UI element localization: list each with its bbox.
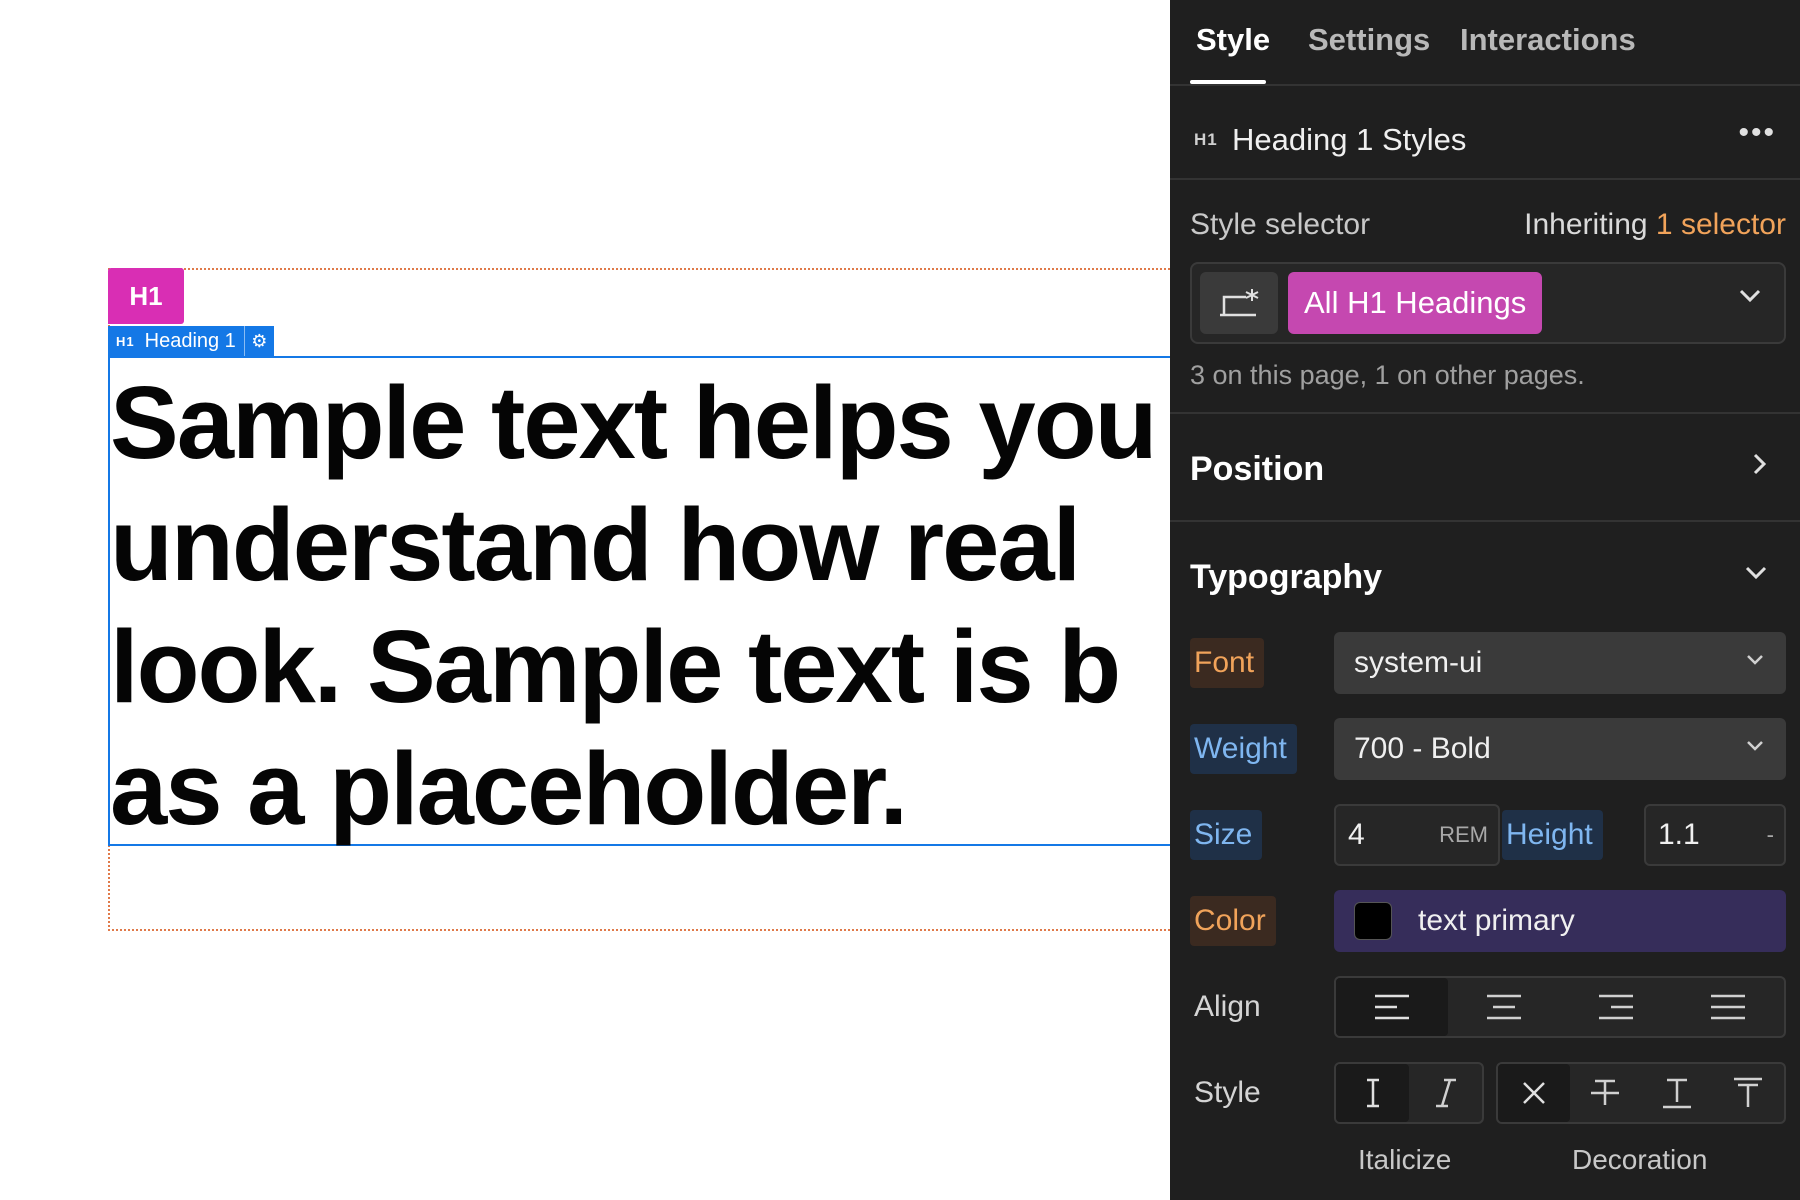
no-decoration-icon[interactable]: [1498, 1064, 1570, 1122]
font-label[interactable]: Font: [1190, 638, 1265, 688]
size-value: 4: [1348, 818, 1365, 851]
more-options-icon[interactable]: •••: [1738, 116, 1776, 150]
position-section[interactable]: Position: [1170, 412, 1800, 520]
h1-badge: H1: [1194, 130, 1218, 149]
color-value: text primary: [1418, 904, 1575, 937]
chevron-right-icon[interactable]: [1750, 450, 1770, 485]
weight-value: 700 - Bold: [1354, 732, 1491, 765]
align-right-icon[interactable]: [1560, 978, 1672, 1036]
color-swatch[interactable]: [1354, 902, 1392, 940]
style-title: Heading 1 Styles: [1232, 122, 1467, 157]
decoration-segmented-control[interactable]: [1496, 1062, 1786, 1124]
chevron-down-icon[interactable]: [1742, 560, 1770, 592]
height-unit[interactable]: -: [1767, 822, 1774, 848]
design-canvas[interactable]: H1 H1 Heading 1 ⚙ Sample text helps you …: [0, 0, 1170, 1200]
height-value: 1.1: [1658, 818, 1700, 851]
heading-1-element[interactable]: Sample text helps you understand how rea…: [110, 362, 1170, 850]
underline-icon[interactable]: [1641, 1064, 1713, 1122]
panel-tabs: Style Settings Interactions: [1170, 0, 1800, 86]
position-title: Position: [1190, 450, 1325, 488]
active-tab-indicator: [1190, 80, 1266, 84]
regular-style-icon[interactable]: [1336, 1064, 1409, 1122]
italic-segmented-control[interactable]: [1334, 1062, 1484, 1124]
align-segmented-control[interactable]: [1334, 976, 1786, 1038]
inheriting-count[interactable]: 1 selector: [1656, 208, 1786, 241]
line-height-input[interactable]: 1.1 -: [1644, 804, 1786, 866]
typography-title[interactable]: Typography: [1190, 558, 1382, 597]
style-selector-label: Style selector: [1190, 208, 1371, 241]
color-label[interactable]: Color: [1190, 896, 1276, 946]
heading-line: look. Sample text is b: [110, 609, 1121, 724]
element-style-header: H1 Heading 1 Styles •••: [1170, 100, 1800, 180]
strikethrough-icon[interactable]: [1570, 1064, 1642, 1122]
h1-tag-badge[interactable]: H1: [108, 268, 184, 324]
inheriting-prefix: Inheriting: [1524, 208, 1648, 241]
font-select[interactable]: system-ui: [1334, 632, 1786, 694]
tab-style[interactable]: Style: [1196, 22, 1270, 58]
weight-select[interactable]: 700 - Bold: [1334, 718, 1786, 780]
decoration-caption: Decoration: [1572, 1144, 1708, 1175]
overline-icon[interactable]: [1713, 1064, 1785, 1122]
italic-icon[interactable]: [1409, 1064, 1482, 1122]
heading-line: Sample text helps you: [110, 365, 1158, 480]
heading-line: as a placeholder.: [110, 731, 908, 846]
h1-mini-badge: H1: [116, 333, 135, 349]
size-input[interactable]: 4 REM: [1334, 804, 1500, 866]
selector-usage-hint: 3 on this page, 1 on other pages.: [1190, 360, 1585, 390]
chevron-down-icon: [1744, 735, 1766, 763]
size-unit[interactable]: REM: [1439, 822, 1488, 848]
italicize-caption: Italicize: [1358, 1144, 1452, 1175]
size-label[interactable]: Size: [1190, 810, 1263, 860]
weight-label[interactable]: Weight: [1190, 724, 1297, 774]
color-field[interactable]: text primary: [1334, 890, 1786, 952]
align-left-icon[interactable]: [1336, 978, 1448, 1036]
align-justify-icon[interactable]: [1672, 978, 1784, 1036]
selected-element-label[interactable]: H1 Heading 1 ⚙: [108, 326, 274, 356]
selector-state-button[interactable]: [1200, 272, 1278, 334]
tab-settings[interactable]: Settings: [1308, 22, 1430, 58]
selector-state-icon: [1220, 289, 1259, 317]
gear-icon[interactable]: ⚙: [243, 326, 274, 356]
tab-interactions[interactable]: Interactions: [1460, 22, 1636, 58]
style-selector-field[interactable]: All H1 Headings: [1190, 262, 1786, 344]
selected-element-name: Heading 1: [144, 329, 236, 352]
selector-pill[interactable]: All H1 Headings: [1288, 272, 1543, 334]
align-label: Align: [1194, 990, 1261, 1023]
style-panel: Style Settings Interactions H1 Heading 1…: [1170, 0, 1800, 1200]
chevron-down-icon: [1744, 649, 1766, 677]
align-center-icon[interactable]: [1448, 978, 1560, 1036]
chevron-down-icon[interactable]: [1736, 282, 1764, 317]
heading-line: understand how real: [110, 487, 1081, 602]
inheriting-info[interactable]: Inheriting 1 selector: [1524, 208, 1786, 242]
font-value: system-ui: [1354, 646, 1483, 679]
height-label[interactable]: Height: [1502, 810, 1603, 860]
style-label: Style: [1194, 1076, 1261, 1109]
